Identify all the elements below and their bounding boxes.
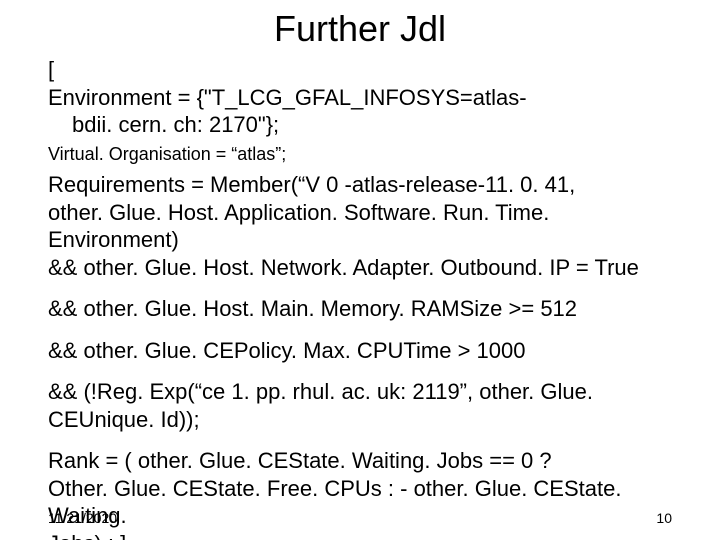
code-line-env-a: Environment = {"T_LCG_GFAL_INFOSYS=atlas… <box>48 84 672 112</box>
footer-date: 11/21/2020 <box>48 510 117 526</box>
code-line-regexp: && (!Reg. Exp(“ce 1. pp. rhul. ac. uk: 2… <box>48 378 672 433</box>
code-line-req-b: other. Glue. Host. Application. Software… <box>48 199 672 254</box>
requirements-block: Requirements = Member(“V 0 -atlas-releas… <box>48 171 672 281</box>
code-line-env-b: bdii. cern. ch: 2170"}; <box>48 111 672 139</box>
code-line-req-a: Requirements = Member(“V 0 -atlas-releas… <box>48 171 672 199</box>
code-line-vo: Virtual. Organisation = “atlas”; <box>48 143 672 166</box>
code-line-rank-a: Rank = ( other. Glue. CEState. Waiting. … <box>48 447 672 475</box>
code-line-cpu: && other. Glue. CEPolicy. Max. CPUTime >… <box>48 337 672 365</box>
code-line-ram: && other. Glue. Host. Main. Memory. RAMS… <box>48 295 672 323</box>
footer-page-number: 10 <box>656 510 672 526</box>
slide: Further Jdl [ Environment = {"T_LCG_GFAL… <box>0 0 720 540</box>
code-line-rank-c: Jobs) ; ] <box>48 530 672 540</box>
page-title: Further Jdl <box>48 8 672 50</box>
code-line-bracket: [ <box>48 56 672 84</box>
rank-block: Rank = ( other. Glue. CEState. Waiting. … <box>48 447 672 540</box>
code-line-req-c: && other. Glue. Host. Network. Adapter. … <box>48 254 672 282</box>
footer: 11/21/2020 10 <box>48 510 672 526</box>
